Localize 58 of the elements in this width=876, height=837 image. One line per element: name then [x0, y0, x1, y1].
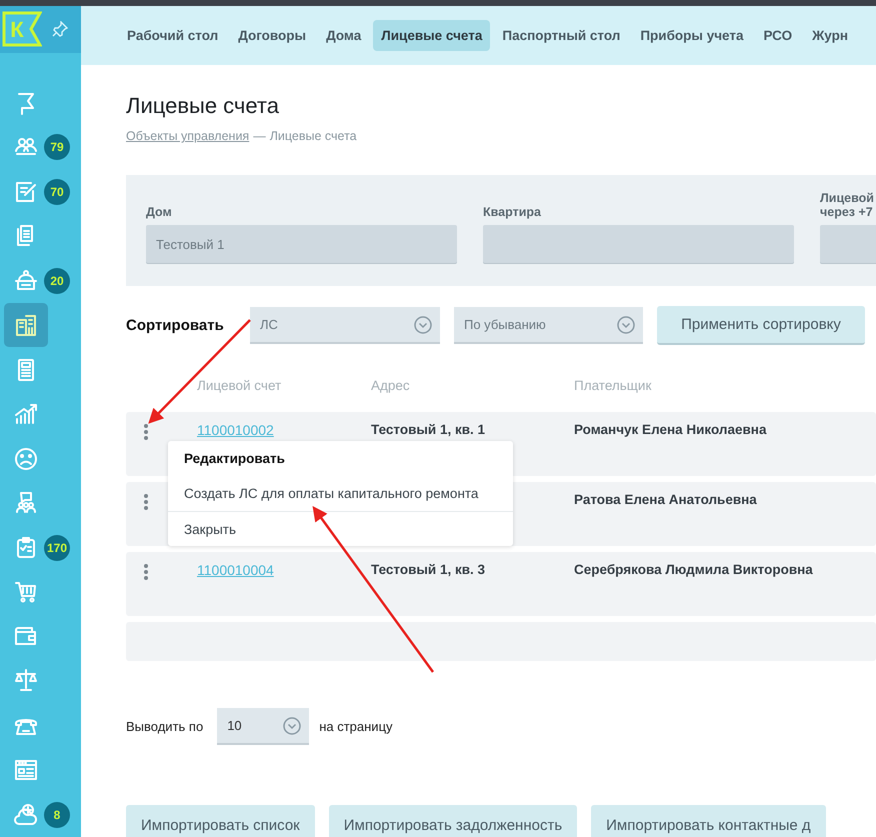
sort-order-select[interactable]: По убыванию [454, 307, 643, 344]
chevron-down-icon [414, 316, 432, 334]
nav-tab[interactable]: Журн [804, 20, 856, 51]
sort-label: Сортировать [126, 317, 225, 334]
select-value: По убыванию [464, 317, 546, 332]
field-label: Квартира [483, 205, 542, 219]
page-size-label: Выводить по [126, 719, 204, 734]
count-badge: 70 [44, 178, 70, 205]
menu-item[interactable]: Редактировать [168, 441, 513, 476]
select-value: ЛС [260, 317, 278, 332]
chevron-down-icon [283, 716, 302, 734]
breadcrumb-current: Лицевые счета [270, 129, 357, 143]
import-button[interactable]: Импортировать контактные д [591, 805, 826, 837]
column-header: Плательщик [574, 378, 652, 395]
input-field[interactable]: Тестовый 1 [146, 225, 457, 263]
chevron-down-icon [617, 316, 635, 334]
menu-item[interactable]: Закрыть [168, 511, 513, 546]
nav-tab[interactable]: Приборы учета [632, 20, 752, 51]
nav-tab[interactable]: Договоры [230, 20, 314, 51]
count-badge: 79 [44, 134, 70, 160]
sad-face-icon [13, 446, 39, 472]
sidebar-item[interactable] [4, 303, 48, 348]
import-button[interactable]: Импортировать список [126, 805, 315, 837]
field-label: Лицевой через +7 [820, 191, 875, 219]
nav-tab[interactable]: Паспортный стол [494, 20, 628, 51]
nav-tab[interactable]: РСО [756, 20, 800, 51]
field-label: Дом [146, 205, 173, 219]
cloud-plus-icon [13, 802, 39, 828]
cart-icon [13, 579, 39, 606]
more-options-icon[interactable] [143, 493, 149, 511]
table-cell: Ратова Елена Анатольевна [574, 492, 757, 507]
breadcrumb-separator: — [253, 129, 266, 143]
input-field[interactable] [483, 225, 794, 263]
nav-tab[interactable]: Дома [318, 20, 370, 51]
count-badge: 20 [44, 268, 70, 294]
pin-icon[interactable] [52, 21, 68, 38]
page-size-suffix: на страницу [319, 719, 393, 734]
import-button[interactable]: Импортировать задолженность [328, 805, 578, 837]
table-cell: Тестовый 1, кв. 3 [371, 562, 486, 577]
more-options-icon[interactable] [143, 563, 149, 581]
page-size-select[interactable]: 10 [217, 708, 310, 745]
page-title: Лицевые счета [126, 93, 280, 119]
column-header: Адрес [371, 378, 411, 395]
apply-sort-button[interactable]: Применить сортировку [657, 306, 865, 345]
field-value: Тестовый 1 [156, 236, 224, 252]
table-cell: Романчук Елена Николаевна [574, 422, 766, 437]
count-badge: 8 [44, 802, 70, 828]
buildings-icon [13, 312, 39, 338]
sort-field-select[interactable]: ЛС [250, 307, 440, 344]
table-cell: Тестовый 1, кв. 1 [371, 422, 486, 437]
count-badge: 170 [44, 534, 70, 561]
menu-item[interactable]: Создать ЛС для оплаты капитального ремонта [168, 476, 513, 511]
nav-tab[interactable]: Рабочий стол [119, 20, 226, 51]
select-value: 10 [227, 718, 242, 733]
table-cell: Серебрякова Людмила Викторовна [574, 562, 813, 577]
more-options-icon[interactable] [143, 423, 149, 441]
nav-tab[interactable]: Лицевые счета [373, 20, 490, 51]
column-header: Лицевой счет [196, 378, 282, 395]
